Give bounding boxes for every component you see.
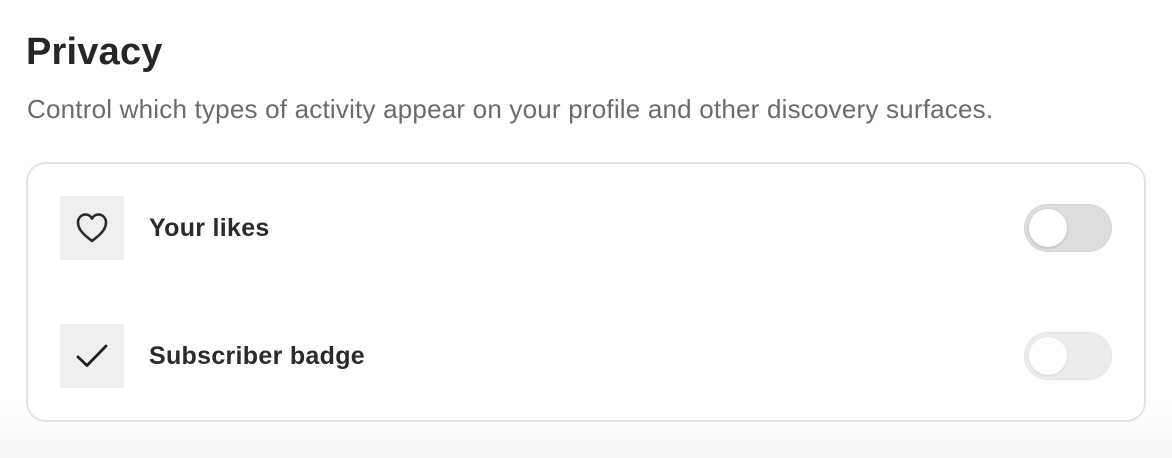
privacy-section: Privacy Control which types of activity … xyxy=(26,28,1146,422)
subscriber-badge-toggle[interactable] xyxy=(1024,332,1112,380)
setting-row-your-likes: Your likes xyxy=(60,196,1112,260)
your-likes-toggle[interactable] xyxy=(1024,204,1112,252)
setting-label-your-likes: Your likes xyxy=(149,214,270,242)
setting-label-subscriber-badge: Subscriber badge xyxy=(149,342,365,370)
setting-row-subscriber-badge: Subscriber badge xyxy=(60,324,1112,388)
toggle-knob xyxy=(1029,209,1067,247)
toggle-knob xyxy=(1029,337,1067,375)
section-title: Privacy xyxy=(26,31,163,73)
privacy-settings-card: Your likes Subscriber badge xyxy=(26,162,1146,422)
checkmark-icon xyxy=(60,324,124,388)
heart-icon xyxy=(60,196,124,260)
section-description: Control which types of activity appear o… xyxy=(27,94,994,124)
